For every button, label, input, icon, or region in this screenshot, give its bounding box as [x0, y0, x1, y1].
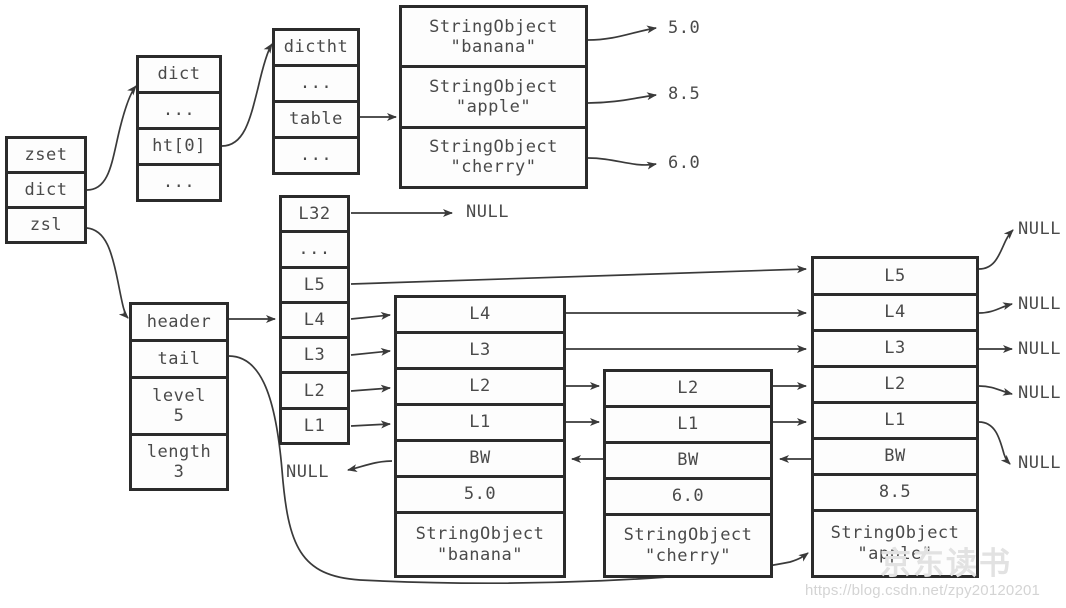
zset-row-dict[interactable]: dict [8, 174, 84, 209]
apple-level-l2[interactable]: L2 [814, 368, 976, 404]
skiplist-node-apple-struct[interactable]: L5 L4 L3 L2 L1 BW 8.5 StringObject "appl… [811, 256, 979, 578]
hash-entry-apple-type: StringObject [429, 76, 558, 97]
hash-entry-banana-type: StringObject [429, 16, 558, 37]
apple-level-l5[interactable]: L5 [814, 259, 976, 296]
cherry-backward[interactable]: BW [606, 444, 770, 480]
edge-header-l1-banana [350, 420, 391, 429]
cherry-object-type: StringObject [623, 525, 753, 546]
edge-apple-l1-null [978, 421, 1011, 465]
dict-struct[interactable]: dict ... ht[0] ... [136, 55, 222, 202]
dict-row-ellipsis-bottom: ... [139, 166, 219, 199]
header-level-l5[interactable]: L5 [282, 268, 347, 304]
apple-backward[interactable]: BW [814, 440, 976, 476]
skiplist-header-levels-struct[interactable]: L32 ... L5 L4 L3 L2 L1 [279, 195, 350, 445]
null-label-header-l32: NULL [466, 202, 509, 222]
edge-zset-dict [86, 85, 137, 191]
dict-row-ht0[interactable]: ht[0] [139, 130, 219, 166]
zsl-row-level: level 5 [132, 379, 226, 436]
hash-entries-struct[interactable]: StringObject "banana" StringObject "appl… [399, 5, 588, 189]
watermark-brand: 京东读书 [880, 546, 1012, 581]
header-level-l4[interactable]: L4 [282, 303, 347, 340]
dictht-row-ellipsis-top: ... [275, 67, 357, 103]
watermark-url: https://blog.csdn.net/zpy20120201 [805, 582, 1041, 599]
banana-backward[interactable]: BW [397, 442, 563, 478]
score-label-cherry: 6.0 [668, 153, 701, 173]
edge-header-l3-banana [350, 347, 391, 356]
banana-object-value: "banana" [437, 544, 523, 565]
hash-entry-cherry-value: "cherry" [450, 157, 537, 178]
zsl-level-value: 5 [173, 406, 185, 426]
apple-score: 8.5 [814, 476, 976, 512]
hash-entry-banana[interactable]: StringObject "banana" [402, 8, 585, 69]
hash-entry-banana-value: "banana" [450, 36, 537, 57]
apple-level-l4[interactable]: L4 [814, 296, 976, 332]
null-label-banana-backward: NULL [286, 462, 329, 482]
null-label-apple-l2: NULL [1018, 383, 1061, 403]
edge-apple-l5-null [978, 229, 1014, 270]
null-label-apple-l5: NULL [1018, 219, 1061, 239]
skiplist-node-cherry-struct[interactable]: L2 L1 BW 6.0 StringObject "cherry" [603, 369, 773, 578]
dictht-row-type: dictht [275, 31, 357, 67]
header-level-l1[interactable]: L1 [282, 409, 347, 442]
edge-apple-l2-null [978, 385, 1013, 396]
banana-level-l1[interactable]: L1 [397, 406, 563, 442]
header-level-l32[interactable]: L32 [282, 198, 347, 234]
skiplist-node-banana-struct[interactable]: L4 L3 L2 L1 BW 5.0 StringObject "banana" [394, 295, 566, 578]
zsl-row-tail[interactable]: tail [132, 342, 226, 379]
banana-level-l3[interactable]: L3 [397, 334, 563, 370]
zset-row-zsl[interactable]: zsl [8, 209, 84, 241]
edge-zset-zsl [86, 227, 129, 319]
dict-row-type: dict [139, 58, 219, 94]
hash-entry-apple-value: "apple" [455, 96, 532, 117]
edge-header-l4-banana [350, 311, 391, 320]
header-level-l2[interactable]: L2 [282, 374, 347, 410]
dictht-row-table[interactable]: table [275, 103, 357, 139]
banana-level-l4[interactable]: L4 [397, 298, 563, 334]
score-label-banana: 5.0 [668, 18, 701, 38]
null-label-apple-l3: NULL [1018, 339, 1061, 359]
null-label-apple-l1: NULL [1018, 453, 1061, 473]
edge-header-l2-banana [350, 384, 391, 393]
banana-level-l2[interactable]: L2 [397, 370, 563, 406]
apple-level-l3[interactable]: L3 [814, 332, 976, 368]
dictht-struct[interactable]: dictht ... table ... [272, 28, 360, 175]
zsl-row-header[interactable]: header [132, 305, 226, 342]
zsl-row-length: length 3 [132, 436, 226, 488]
header-level-l3[interactable]: L3 [282, 339, 347, 375]
zset-struct[interactable]: zset dict zsl [5, 136, 87, 244]
banana-score: 5.0 [397, 478, 563, 514]
edge-banana-bw-null [347, 460, 393, 473]
hash-entry-apple[interactable]: StringObject "apple" [402, 68, 585, 129]
diagram-canvas: zset dict zsl dict ... ht[0] ... dictht … [0, 0, 1066, 608]
apple-level-l1[interactable]: L1 [814, 404, 976, 440]
edge-banana-score [587, 25, 657, 41]
edge-header-l5-apple [350, 265, 807, 285]
edge-dict-dictht [221, 43, 273, 147]
header-level-ellipsis: ... [282, 233, 347, 269]
zsl-length-label: length [146, 441, 212, 462]
cherry-object[interactable]: StringObject "cherry" [606, 516, 770, 575]
zsl-length-value: 3 [173, 462, 185, 482]
dict-row-ellipsis-top: ... [139, 94, 219, 130]
dictht-row-ellipsis-bottom: ... [275, 139, 357, 172]
banana-object-type: StringObject [415, 524, 545, 545]
zset-row-type: zset [8, 139, 84, 174]
cherry-object-value: "cherry" [645, 545, 731, 566]
hash-entry-cherry-type: StringObject [429, 137, 558, 158]
score-label-apple: 8.5 [668, 84, 701, 104]
edge-cherry-score [587, 157, 657, 170]
cherry-level-l2[interactable]: L2 [606, 372, 770, 408]
banana-object[interactable]: StringObject "banana" [397, 514, 563, 575]
null-label-apple-l4: NULL [1018, 294, 1061, 314]
zskiplist-struct[interactable]: header tail level 5 length 3 [129, 302, 229, 491]
hash-entry-cherry[interactable]: StringObject "cherry" [402, 128, 585, 186]
cherry-score: 6.0 [606, 480, 770, 516]
edge-apple-score [587, 92, 657, 104]
zsl-level-label: level [152, 385, 206, 406]
edge-apple-l4-null [978, 302, 1013, 314]
cherry-level-l1[interactable]: L1 [606, 408, 770, 444]
